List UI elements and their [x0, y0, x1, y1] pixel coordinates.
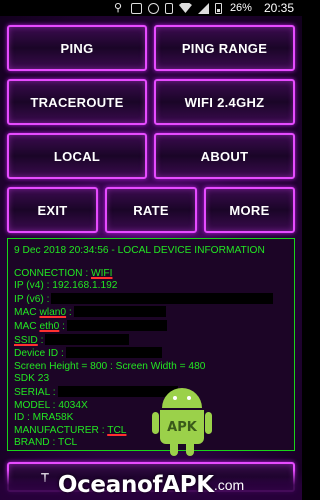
redacted-device-id: [65, 347, 162, 359]
ping-range-button[interactable]: PING RANGE: [154, 25, 295, 71]
redacted-ssid: [45, 333, 130, 345]
exit-button[interactable]: EXIT: [7, 187, 98, 233]
brand-label: BRAND :: [14, 437, 58, 449]
traceroute-button[interactable]: TRACEROUTE: [7, 79, 147, 125]
android-body: APK: [160, 410, 204, 444]
mac-sep: :: [59, 320, 65, 332]
sdk-row: SDK 23: [14, 373, 50, 385]
android-leg-right: [186, 442, 194, 456]
ssid-sep: :: [37, 334, 44, 346]
local-button[interactable]: LOCAL: [7, 133, 147, 179]
redacted-mac-eth0: [66, 319, 167, 331]
mac-wlan0-iface: wlan0: [39, 307, 67, 319]
app-screen: PING PING RANGE TRACEROUTE WIFI 2.4GHZ L…: [0, 16, 302, 500]
serial-label: SERIAL :: [14, 386, 56, 398]
android-arm-right: [205, 412, 212, 434]
mac-eth0-row: MAC eth0 :: [14, 319, 290, 334]
manufacturer-label: MANUFACTURER :: [14, 424, 108, 436]
battery-icon: [214, 2, 222, 14]
redacted-mac-wlan0: [73, 306, 166, 318]
rate-button[interactable]: RATE: [105, 187, 197, 233]
notification-icon: [130, 2, 142, 14]
info-header: 9 Dec 2018 20:34:56 - LOCAL DEVICE INFOR…: [14, 245, 265, 256]
mac-label: MAC: [14, 320, 40, 332]
manufacturer-value: TCL: [107, 424, 127, 436]
screen-row: Screen Height = 800 : Screen Width = 480: [14, 360, 206, 372]
redacted-ipv6: [51, 292, 274, 304]
ssid-label: SSID: [14, 334, 38, 346]
more-button[interactable]: MORE: [204, 187, 295, 233]
mac-wlan0-row: MAC wlan0 :: [14, 306, 290, 320]
connection-row: CONNECTION : WIFI: [14, 268, 290, 281]
wifi-button[interactable]: WIFI 2.4GHZ: [154, 79, 295, 125]
ipv6-label: IP (v6) :: [14, 293, 50, 305]
android-leg-left: [170, 442, 178, 456]
watermark-suffix: .com: [213, 477, 245, 493]
ssid-row: SSID :: [14, 333, 290, 348]
watermark-text: OceanofAPK: [57, 472, 214, 498]
status-icons: 26% 20:35: [114, 1, 294, 16]
ipv4-row: IP (v4) : 192.168.1.192: [14, 280, 118, 292]
vibrate-icon: [164, 2, 173, 14]
android-apk-logo: APK: [152, 388, 214, 458]
wifi-icon: [178, 3, 192, 13]
mac-eth0-iface: eth0: [39, 320, 60, 332]
connection-value: WIFI: [90, 267, 113, 279]
device-info-panel[interactable]: 9 Dec 2018 20:34:56 - LOCAL DEVICE INFOR…: [7, 238, 295, 451]
ping-button[interactable]: PING: [7, 25, 147, 71]
mac-sep: :: [66, 307, 72, 319]
brand-value: TCL: [57, 437, 78, 449]
usb-icon: [114, 1, 125, 14]
clock: 20:35: [263, 1, 294, 15]
status-bar: 26% 20:35: [0, 0, 302, 16]
watermark: OceanofAPK .com: [0, 470, 302, 500]
android-head: [162, 388, 202, 408]
mac-label: MAC: [14, 307, 40, 319]
device-id-row: Device ID :: [14, 347, 290, 361]
alarm-icon: [147, 2, 159, 14]
apk-badge-text: APK: [167, 419, 197, 435]
android-arm-left: [152, 412, 159, 434]
connection-label: CONNECTION :: [14, 267, 91, 279]
signal-icon: [197, 2, 209, 14]
battery-percent: 26%: [229, 2, 252, 14]
device-id-label: Device ID :: [14, 348, 64, 360]
about-button[interactable]: ABOUT: [154, 133, 295, 179]
ipv6-row: IP (v6) :: [14, 292, 290, 307]
